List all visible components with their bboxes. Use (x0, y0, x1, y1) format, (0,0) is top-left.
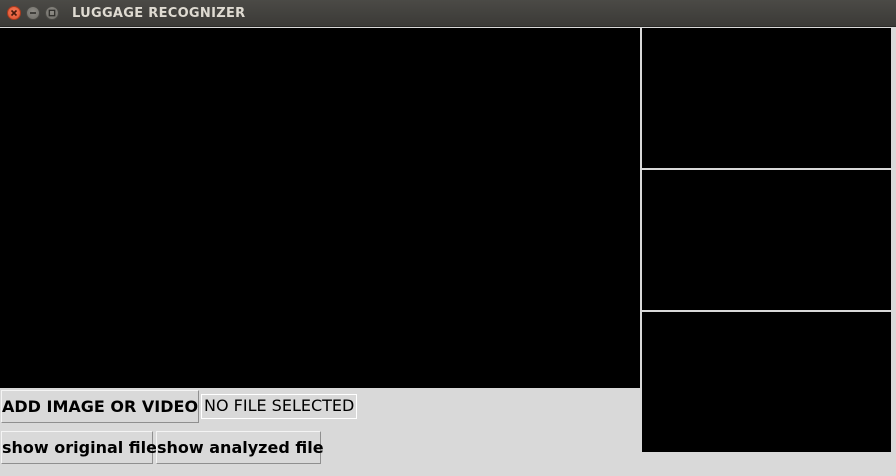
window-title: LUGGAGE RECOGNIZER (72, 6, 246, 21)
side-preview-panel-2 (642, 170, 891, 310)
maximize-window-button[interactable] (45, 6, 59, 20)
close-icon (10, 9, 18, 17)
show-analyzed-file-button[interactable]: show analyzed file (156, 431, 324, 464)
close-window-button[interactable] (7, 6, 21, 20)
maximize-icon (48, 9, 56, 17)
add-image-or-video-button[interactable]: ADD IMAGE OR VIDEO (1, 390, 199, 423)
title-bar[interactable]: LUGGAGE RECOGNIZER (0, 0, 896, 27)
minimize-window-button[interactable] (26, 6, 40, 20)
minimize-icon (30, 12, 36, 14)
app-window: LUGGAGE RECOGNIZER ADD IMAGE OR VIDEO NO… (0, 0, 896, 476)
main-display-canvas (0, 28, 640, 388)
side-preview-panel-1 (642, 28, 891, 168)
show-original-file-button[interactable]: show original file (1, 431, 157, 464)
side-preview-panel-3 (642, 312, 891, 452)
file-status-label: NO FILE SELECTED (201, 394, 357, 419)
